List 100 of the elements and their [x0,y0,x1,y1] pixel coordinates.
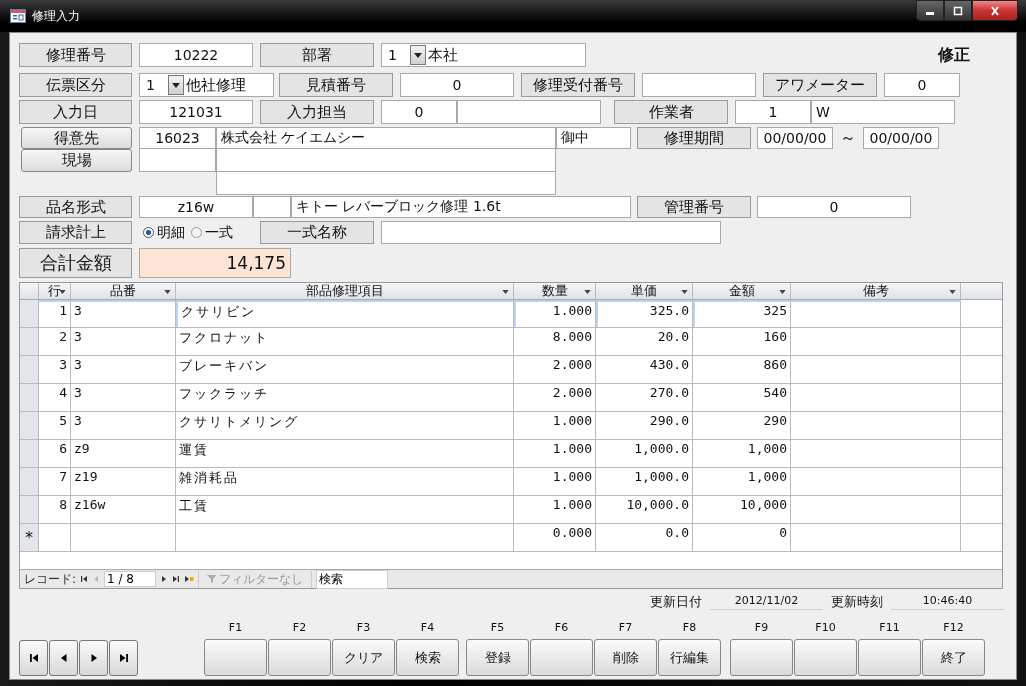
record-position-field[interactable]: 1 / 8 [104,571,157,587]
radio-icon[interactable] [191,227,202,238]
table-cell: 8.000 [514,328,596,355]
table-cell: 1.000 [514,300,596,327]
product-sub-field[interactable] [253,196,291,218]
honorific-field: 御中 [556,127,631,149]
caret-icon [414,52,422,58]
table-cell: 0.000 [514,524,596,551]
close-button[interactable] [972,0,1018,21]
maximize-button[interactable] [944,0,972,21]
last-record-icon[interactable] [172,575,181,583]
mode-label: 修正 [938,44,970,66]
function-key-button[interactable] [794,639,857,676]
worker-name-field[interactable]: W [811,100,955,124]
staff-code-field[interactable]: 0 [381,100,457,124]
caret-icon [502,290,509,294]
site-name-field[interactable] [216,149,556,172]
period-to-field[interactable]: 00/00/00 [863,127,939,149]
site-code-field[interactable] [139,149,216,172]
site-button[interactable]: 現場 [21,149,132,172]
function-key-label: F10 [815,621,836,636]
dropdown-button[interactable] [168,75,184,95]
customer-name-field[interactable]: 株式会社 ケイエムシー [216,127,556,149]
customer-button[interactable]: 得意先 [21,127,132,149]
function-key-label: F2 [292,621,307,636]
table-cell: 6 [39,440,71,467]
minimize-icon [926,12,934,15]
table-cell: フクロナット [176,328,514,355]
form-icon [10,9,26,23]
new-record-icon[interactable] [184,575,195,583]
column-header[interactable]: 金額 [693,283,791,299]
customer-code-field[interactable]: 16023 [139,127,216,149]
function-key-button[interactable] [268,639,331,676]
field-label: 修理番号 [19,43,132,67]
field-label: 管理番号 [637,196,751,218]
table-cell: 3 [71,384,176,411]
last-record-button[interactable] [109,640,138,676]
table-cell: 3 [71,300,176,327]
product-code-field[interactable]: z16w [139,196,253,218]
control-number-field[interactable]: 0 [757,196,911,218]
column-header[interactable]: 備考 [791,283,961,299]
function-key-button[interactable]: クリア [332,639,395,676]
slip-type-combo[interactable]: 1 他社修理 [139,73,274,97]
function-key-button[interactable] [730,639,793,676]
table-cell: 3 [71,356,176,383]
field-label: 合計金額 [19,248,132,278]
radio-icon[interactable] [143,227,154,238]
radio-option[interactable]: 一式 [191,223,233,242]
worker-code-field[interactable]: 1 [735,100,811,124]
function-key-button[interactable] [204,639,267,676]
table-cell: フックラッチ [176,384,514,411]
function-key-button[interactable]: 削除 [594,639,657,676]
function-key-button[interactable] [530,639,593,676]
estimate-number-field[interactable]: 0 [400,73,514,97]
function-key-label: F11 [879,621,900,636]
table-cell: 1.000 [514,440,596,467]
table-cell: 10,000 [693,496,791,523]
function-key-button[interactable] [858,639,921,676]
function-key-button[interactable]: 検索 [396,639,459,676]
table-cell: 2.000 [514,384,596,411]
table-cell: 1.000 [514,412,596,439]
prev-record-button[interactable] [49,640,78,676]
search-field[interactable]: 検索 [316,569,389,589]
function-key-button[interactable]: 行編集 [658,639,721,676]
column-header[interactable]: 単価 [596,283,693,299]
field-label: 請求計上 [19,221,132,244]
department-combo[interactable]: 1 本社 [381,43,586,67]
table-cell: 860 [693,356,791,383]
radio-option[interactable]: 明細 [143,223,185,242]
table-cell: 20.0 [596,328,693,355]
next-record-button[interactable] [79,640,108,676]
function-key-label: F3 [356,621,371,636]
site-address-field[interactable] [216,172,556,195]
input-date-field[interactable]: 121031 [139,100,253,124]
function-key-label: F1 [228,621,243,636]
column-header[interactable]: 品番 [71,283,176,299]
reception-number-field[interactable] [642,73,756,97]
minimize-button[interactable] [916,0,944,21]
column-header[interactable]: 部品修理項目 [176,283,514,299]
column-header[interactable]: 数量 [514,283,596,299]
hour-meter-field[interactable]: 0 [884,73,960,97]
staff-name-field[interactable] [457,100,601,124]
column-header[interactable]: 行 [39,283,71,299]
function-key-button[interactable]: 終了 [922,639,985,676]
first-record-button[interactable] [19,640,48,676]
table-cell: 0 [693,524,791,551]
dropdown-button[interactable] [410,45,426,65]
function-key-label: F4 [420,621,435,636]
period-from-field[interactable]: 00/00/00 [757,127,833,149]
set-name-field[interactable] [381,221,721,244]
field-label: アワメーター [763,73,877,97]
table-cell: 8 [39,496,71,523]
function-key-button[interactable]: 登録 [466,639,529,676]
product-name-field[interactable]: キトー レバーブロック修理 1.6t [291,196,631,218]
first-record-icon[interactable] [80,575,89,583]
repair-number-field[interactable]: 10222 [139,43,253,67]
table-cell: 10,000.0 [596,496,693,523]
field-label: 入力日 [19,100,132,124]
table-cell: ブレーキバン [176,356,514,383]
table-cell: z9 [71,440,176,467]
